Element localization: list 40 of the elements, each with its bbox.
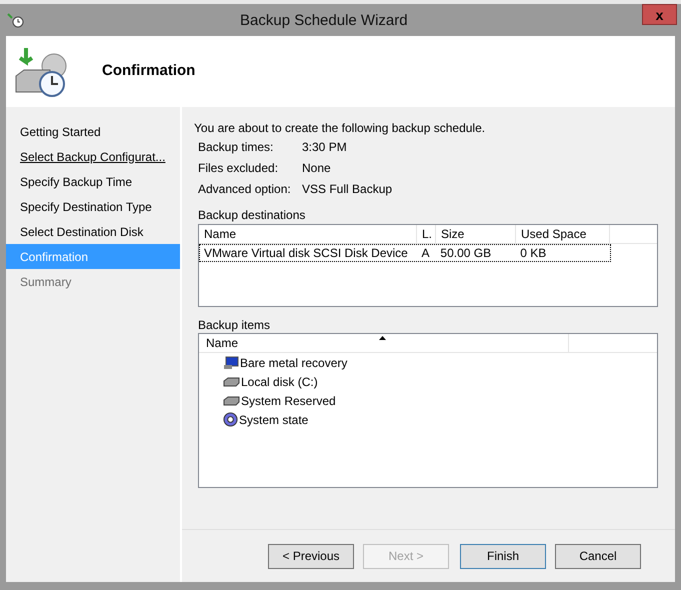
- item-label[interactable]: System Reserved: [241, 392, 336, 410]
- detail-label: Advanced option:: [198, 180, 292, 198]
- window-title: Backup Schedule Wizard: [240, 11, 408, 31]
- item-label[interactable]: Local disk (C:): [241, 372, 318, 390]
- sort-arrow-icon: [379, 336, 386, 340]
- table-cell-text: A: [420, 245, 430, 262]
- step-item[interactable]: Getting Started: [6, 119, 180, 144]
- step-item[interactable]: Select Backup Configurat...: [6, 144, 180, 169]
- table-cell-text: 50.00 GB: [439, 245, 492, 262]
- page-title: Confirmation: [102, 61, 196, 82]
- disk-drive-icon: [223, 396, 240, 406]
- detail-label: Files excluded:: [198, 160, 280, 176]
- detail-value: None: [302, 160, 331, 176]
- column-header[interactable]: Name: [199, 334, 569, 352]
- computer-icon: [223, 356, 239, 370]
- intro-text: You are about to create the following backup schedule.: [194, 120, 486, 136]
- table-cell-text: 0 KB: [519, 245, 548, 262]
- column-header[interactable]: Name: [199, 225, 417, 243]
- close-button[interactable]: x: [642, 4, 677, 25]
- column-header[interactable]: L.: [417, 225, 436, 243]
- detail-value: 3:30 PM: [302, 138, 347, 156]
- disk-drive-icon: [223, 376, 240, 386]
- wizard-button[interactable]: < Previous: [268, 544, 354, 568]
- item-label[interactable]: System state: [239, 410, 308, 428]
- column-header[interactable]: Size: [436, 225, 516, 243]
- detail-value: VSS Full Backup: [302, 180, 392, 198]
- step-item[interactable]: Specify Backup Time: [6, 169, 180, 194]
- step-item[interactable]: Specify Destination Type: [6, 194, 180, 219]
- column-header[interactable]: Used Space: [516, 225, 610, 243]
- destinations-label: Backup destinations: [197, 207, 306, 224]
- step-item[interactable]: Select Destination Disk: [6, 219, 180, 244]
- wizard-button[interactable]: Cancel: [555, 544, 641, 568]
- detail-label: Backup times:: [198, 138, 274, 156]
- table-cell-text: VMware Virtual disk SCSI Disk Device: [203, 245, 409, 262]
- items-label: Backup items: [197, 317, 272, 333]
- wizard-button[interactable]: Finish: [460, 544, 546, 568]
- item-label[interactable]: Bare metal recovery: [240, 354, 348, 372]
- backup-clock-icon: [6, 12, 24, 28]
- destination-row[interactable]: VMware Virtual disk SCSI Disk Device A 50.00 GB 0 KB: [199, 244, 611, 262]
- backup-drive-clock-icon: [14, 46, 68, 98]
